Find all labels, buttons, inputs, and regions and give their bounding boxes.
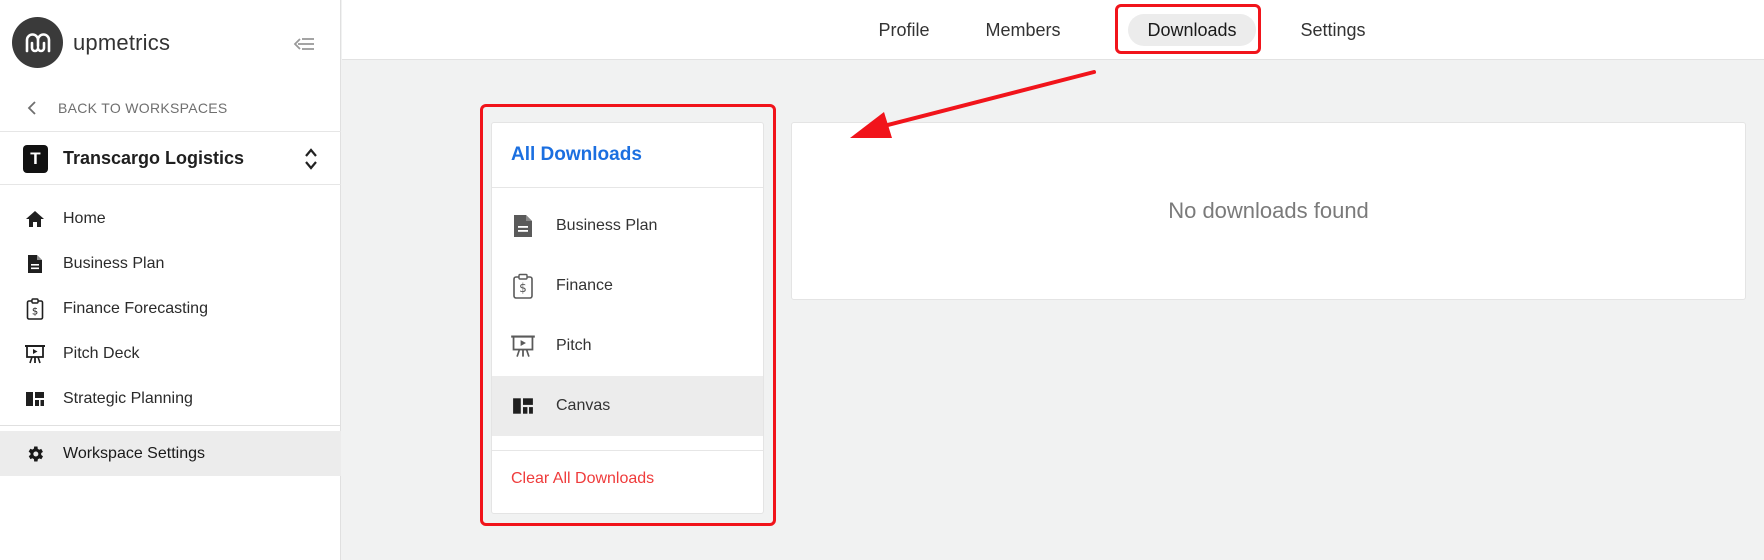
settings-tab-bar: Profile Members Downloads Settings — [342, 0, 1764, 60]
download-category-pitch[interactable]: Pitch — [492, 316, 763, 376]
dashboard-grid-icon — [24, 388, 46, 410]
sidebar-nav: Home Business Plan $ Finance Forecasting… — [0, 196, 341, 421]
empty-state-message: No downloads found — [1168, 198, 1369, 223]
svg-text:$: $ — [519, 281, 527, 295]
sidebar-item-home[interactable]: Home — [0, 196, 341, 241]
sidebar-item-strategic-planning[interactable]: Strategic Planning — [0, 376, 341, 421]
finance-clipboard-icon: $ — [24, 297, 46, 320]
sidebar: upmetrics BACK TO WORKSPACES T Transcarg… — [0, 0, 341, 560]
tab-settings[interactable]: Settings — [1283, 14, 1383, 46]
document-icon — [510, 213, 536, 239]
brand-name: upmetrics — [73, 29, 171, 55]
tab-downloads[interactable]: Downloads — [1128, 14, 1256, 46]
finance-clipboard-icon: $ — [510, 273, 536, 299]
svg-text:$: $ — [32, 306, 38, 317]
downloads-category-list: Business Plan $ Finance Pitch Canvas — [492, 188, 763, 436]
tab-profile[interactable]: Profile — [859, 14, 949, 46]
download-category-finance[interactable]: $ Finance — [492, 256, 763, 316]
sidebar-item-label: Finance Forecasting — [63, 299, 208, 317]
sidebar-item-label: Business Plan — [63, 254, 165, 272]
download-category-label: Canvas — [556, 397, 611, 414]
home-icon — [24, 208, 46, 230]
gear-icon — [24, 443, 46, 465]
clear-all-downloads-button[interactable]: Clear All Downloads — [492, 451, 763, 507]
workspace-avatar: T — [23, 144, 48, 173]
unfold-chevrons-icon — [305, 148, 317, 170]
download-category-label: Finance — [556, 277, 613, 294]
sidebar-item-label: Strategic Planning — [63, 389, 193, 407]
sidebar-item-finance-forecasting[interactable]: $ Finance Forecasting — [0, 286, 341, 331]
collapse-sidebar-button[interactable] — [290, 30, 318, 58]
sidebar-item-workspace-settings[interactable]: Workspace Settings — [0, 431, 341, 476]
nav-divider — [0, 425, 341, 426]
downloads-category-panel: All Downloads Business Plan $ Finance Pi… — [491, 122, 764, 514]
document-icon — [24, 253, 46, 275]
back-to-workspaces-link[interactable]: BACK TO WORKSPACES — [0, 84, 341, 132]
collapse-menu-icon — [293, 38, 314, 50]
downloads-list-card: No downloads found — [791, 122, 1746, 300]
upmetrics-logo-icon — [12, 17, 63, 68]
brand[interactable]: upmetrics — [12, 17, 170, 68]
download-category-label: Pitch — [556, 337, 592, 354]
sidebar-item-pitch-deck[interactable]: Pitch Deck — [0, 331, 341, 376]
workspace-switcher[interactable]: T Transcargo Logistics — [0, 133, 341, 185]
download-category-label: Business Plan — [556, 217, 658, 234]
sidebar-item-label: Home — [63, 209, 106, 227]
sidebar-item-business-plan[interactable]: Business Plan — [0, 241, 341, 286]
all-downloads-title[interactable]: All Downloads — [492, 123, 763, 188]
workspace-name: Transcargo Logistics — [63, 148, 245, 168]
dashboard-grid-icon — [510, 393, 536, 419]
presentation-icon — [510, 333, 536, 359]
presentation-icon — [24, 343, 46, 365]
download-category-business-plan[interactable]: Business Plan — [492, 196, 763, 256]
sidebar-item-label: Workspace Settings — [63, 444, 205, 462]
chevron-left-icon — [27, 100, 36, 115]
tab-members[interactable]: Members — [968, 14, 1078, 46]
download-category-canvas[interactable]: Canvas — [492, 376, 763, 436]
back-label: BACK TO WORKSPACES — [58, 99, 228, 116]
sidebar-item-label: Pitch Deck — [63, 344, 140, 362]
